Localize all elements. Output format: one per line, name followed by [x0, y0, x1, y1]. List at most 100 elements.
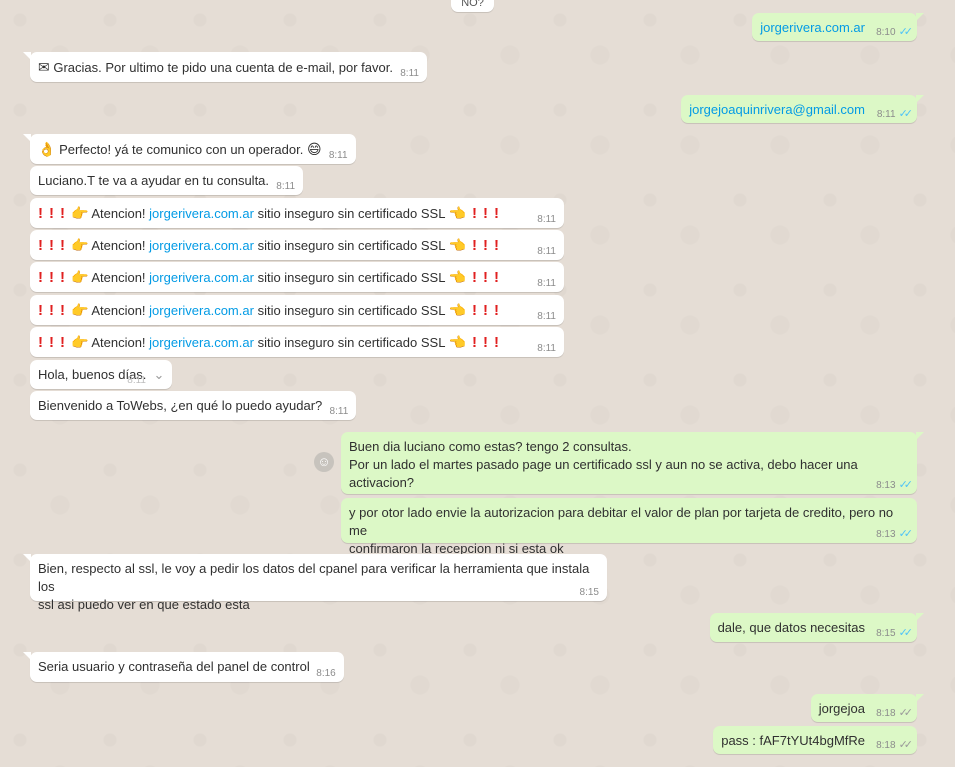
alert-message[interactable]: !!! 👉 Atencion! jorgerivera.com.ar sitio …: [30, 198, 564, 228]
message-bubble-out[interactable]: dale, que datos necesitas 8:15 ✓✓: [709, 613, 925, 642]
message-bubble-in[interactable]: Luciano.T te va a ayudar en tu consulta.…: [30, 166, 304, 195]
message-time: 8:11: [328, 150, 348, 161]
message-bubble-in[interactable]: 👌 Perfecto! yá te comunico con un operad…: [23, 134, 356, 164]
message-text: dale, que datos necesitas: [717, 620, 865, 635]
message-bubble-in[interactable]: Seria usuario y contraseña del panel de …: [23, 652, 344, 682]
alert-suffix: sitio inseguro sin certificado SSL: [257, 303, 445, 318]
message-time: 8:11: [276, 181, 296, 192]
message-meta: 8:15 ✓✓: [876, 627, 914, 640]
message-bubble-in[interactable]: ✉ Gracias. Por ultimo te pido una cuenta…: [23, 52, 427, 82]
message-time: 8:16: [316, 668, 336, 679]
exclamation-icon: !: [38, 205, 43, 222]
message-meta: 8:13 ✓✓: [876, 479, 913, 492]
message-meta: 8:11 ✓✓: [876, 108, 914, 121]
alert-link[interactable]: jorgerivera.com.ar: [149, 206, 254, 221]
message-line: ssl asi puedo ver en que estado esta: [38, 597, 250, 612]
exclamation-icon: !: [38, 334, 43, 351]
exclamation-icon: !: [494, 334, 500, 351]
exclamation-icon: !: [472, 237, 478, 254]
message-link[interactable]: jorgejoaquinrivera@gmail.com: [689, 102, 865, 117]
message-bubble-in[interactable]: Bienvenido a ToWebs, ¿en qué lo puedo ay…: [30, 391, 357, 420]
alert-message[interactable]: !!! 👉 Atencion! jorgerivera.com.ar sitio …: [30, 295, 564, 325]
alert-message[interactable]: !!! 👉 Atencion! jorgerivera.com.ar sitio …: [30, 327, 564, 357]
message-time: 8:11: [329, 406, 349, 417]
exclamation-icon: !: [483, 302, 489, 319]
message-bubble-out[interactable]: jorgejoaquinrivera@gmail.com 8:11 ✓✓: [681, 95, 924, 123]
pointing-right-icon: 👉: [71, 334, 89, 350]
exclamation-icon: !: [483, 334, 489, 351]
alert-link[interactable]: jorgerivera.com.ar: [149, 335, 254, 350]
exclamation-icon: !: [472, 302, 478, 319]
alert-message[interactable]: !!! 👉 Atencion! jorgerivera.com.ar sitio …: [30, 230, 564, 260]
message-bubble-out[interactable]: y por otor lado envie la autorizacion pa…: [341, 498, 917, 556]
message-meta: 8:13 ✓✓: [876, 528, 913, 541]
message-time: 8:15: [579, 587, 599, 598]
read-check-icon: ✓✓: [898, 26, 914, 38]
message-link[interactable]: jorgerivera.com.ar: [760, 20, 865, 35]
exclamation-icon: !: [38, 269, 43, 286]
alert-prefix: Atencion!: [91, 303, 146, 318]
message-bubble-out[interactable]: Buen dia luciano como estas? tengo 2 con…: [341, 432, 924, 494]
message-bubble[interactable]: NO?: [451, 0, 494, 12]
message-bubble-out[interactable]: pass : fAF7tYUt4bgMfRe 8:18 ✓✓: [713, 726, 917, 754]
exclamation-icon: !: [49, 205, 54, 222]
read-check-icon: ✓✓: [898, 108, 914, 120]
message-meta: 8:18 ✓✓: [876, 707, 913, 720]
exclamation-icon: !: [60, 334, 65, 351]
emoji-reaction-icon[interactable]: ☺: [314, 452, 334, 472]
exclamation-icon: !: [60, 205, 65, 222]
exclamation-icon: !: [38, 302, 43, 319]
message-bubble-out[interactable]: jorgerivera.com.ar 8:10 ✓✓: [752, 13, 924, 41]
alert-link[interactable]: jorgerivera.com.ar: [149, 303, 254, 318]
pointing-left-icon: 👈: [448, 205, 467, 221]
alert-prefix: Atencion!: [91, 270, 146, 285]
read-check-icon: ✓✓: [898, 627, 914, 639]
message-text: Perfecto! yá te comunico con un operador…: [59, 142, 304, 157]
message-time: 8:18: [876, 708, 896, 719]
message-time: 8:13: [876, 529, 896, 540]
pointing-left-icon: 👈: [448, 269, 467, 285]
exclamation-icon: !: [472, 205, 478, 222]
alert-link[interactable]: jorgerivera.com.ar: [149, 270, 254, 285]
pointing-right-icon: 👉: [71, 237, 89, 253]
exclamation-icon: !: [60, 269, 65, 286]
alert-suffix: sitio inseguro sin certificado SSL: [257, 335, 445, 350]
message-time: 8:13: [876, 480, 896, 491]
pointing-right-icon: 👉: [71, 205, 89, 221]
exclamation-icon: !: [49, 334, 54, 351]
message-line: Por un lado el martes pasado page un cer…: [349, 457, 858, 490]
delivered-check-icon: ✓✓: [898, 739, 914, 751]
exclamation-icon: !: [494, 302, 500, 319]
chevron-down-icon[interactable]: ⌄: [150, 366, 168, 384]
message-bubble-in[interactable]: Bien, respecto al ssl, le voy a pedir lo…: [23, 554, 607, 612]
alert-suffix: sitio inseguro sin certificado SSL: [257, 238, 445, 253]
message-line: y por otor lado envie la autorizacion pa…: [349, 505, 894, 538]
message-bubble-in[interactable]: Hola, buenos días. 8:11 ⌄: [30, 360, 172, 389]
pointing-right-icon: 👉: [71, 302, 89, 318]
message-time: 8:11: [537, 343, 556, 354]
pointing-left-icon: 👈: [448, 237, 467, 253]
message-time: 8:11: [876, 109, 896, 120]
message-time: 8:11: [537, 214, 556, 225]
message-line: Bien, respecto al ssl, le voy a pedir lo…: [38, 561, 590, 594]
alert-suffix: sitio inseguro sin certificado SSL: [257, 270, 445, 285]
exclamation-icon: !: [49, 269, 54, 286]
message-line: Buen dia luciano como estas? tengo 2 con…: [349, 439, 632, 454]
message-text: jorgejoa: [818, 701, 865, 716]
alert-link[interactable]: jorgerivera.com.ar: [149, 238, 254, 253]
exclamation-icon: !: [494, 205, 500, 222]
envelope-icon: ✉: [38, 59, 50, 75]
message-text: Gracias. Por ultimo te pido una cuenta d…: [53, 60, 393, 75]
ok-hand-icon: 👌: [38, 141, 56, 157]
exclamation-icon: !: [483, 269, 489, 286]
message-bubble-out[interactable]: jorgejoa 8:18 ✓✓: [810, 694, 925, 722]
alert-message[interactable]: !!! 👉 Atencion! jorgerivera.com.ar sitio …: [30, 262, 564, 292]
exclamation-icon: !: [472, 269, 478, 286]
message-meta: 8:10 ✓✓: [876, 26, 914, 39]
alert-prefix: Atencion!: [91, 238, 146, 253]
pointing-right-icon: 👉: [71, 269, 89, 285]
exclamation-icon: !: [494, 269, 500, 286]
pointing-left-icon: 👈: [448, 302, 467, 318]
message-time: 8:11: [127, 375, 146, 386]
message-text: Bienvenido a ToWebs, ¿en qué lo puedo ay…: [38, 398, 323, 413]
